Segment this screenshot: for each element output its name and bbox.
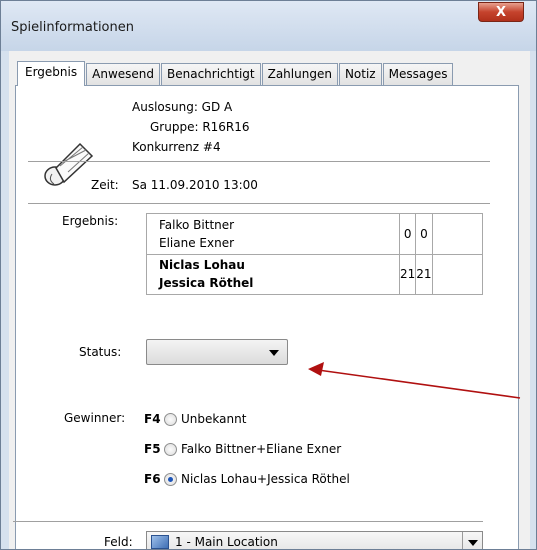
tab-benachrichtigt[interactable]: Benachrichtigt [161,63,261,85]
team1-player1: Falko Bittner [159,217,235,232]
status-dropdown[interactable] [146,339,288,365]
title-bar[interactable]: Spielinformationen X [1,1,536,51]
team1-player2: Eliane Exner [159,235,235,250]
close-button[interactable]: X [478,2,524,22]
winner-option-team2[interactable]: F6 Niclas Lohau+Jessica Röthel [144,471,350,487]
gewinner-label: Gewinner: [64,411,126,425]
divider [28,161,490,162]
team1-row: Falko Bittner Eliane Exner 0 0 [146,213,484,255]
divider [28,203,490,204]
radio-team2[interactable] [164,472,177,486]
winner-option-label: Unbekannt [181,412,247,426]
feld-dropdown-button[interactable] [462,532,482,549]
tab-anwesend[interactable]: Anwesend [86,63,160,85]
tab-strip: Ergebnis Anwesend Benachrichtigt Zahlung… [17,61,454,86]
divider [13,521,483,522]
team2-set2-score[interactable]: 21 [415,253,433,295]
team2-player1: Niclas Lohau [159,258,245,273]
close-icon: X [495,4,507,20]
team1-set2-score[interactable]: 0 [415,213,433,255]
team1-names: Falko Bittner Eliane Exner [146,213,400,255]
dialog-window: Spielinformationen X Ergebnis Anwesend B… [0,0,537,550]
zeit-value: Sa 11.09.2010 13:00 [132,178,258,192]
radio-team1[interactable] [164,442,177,456]
konkurrenz-text: Konkurrenz #4 [132,140,221,154]
window-title: Spielinformationen [11,20,134,35]
winner-option-unbekannt[interactable]: F4 Unbekannt [144,411,246,427]
team1-set1-score[interactable]: 0 [398,213,417,255]
ergebnis-label: Ergebnis: [62,214,119,228]
dropdown-arrow-icon [269,350,279,356]
team2-set3-score[interactable] [431,253,484,295]
gruppe-text: Gruppe: R16R16 [150,120,250,134]
feld-label: Feld: [104,535,133,549]
winner-option-label: Falko Bittner+Eliane Exner [181,442,342,456]
feld-value: 1 - Main Location [175,535,278,549]
shuttlecock-icon [44,142,94,186]
shortcut-f4: F4 [144,412,161,426]
team2-player2: Jessica Röthel [159,276,254,291]
shortcut-f5: F5 [144,442,161,456]
dropdown-arrow-icon [468,540,478,546]
auslosung-text: Auslosung: GD A [132,100,233,114]
tab-notiz[interactable]: Notiz [338,63,382,85]
status-label: Status: [79,345,122,359]
zeit-label: Zeit: [91,178,119,192]
team1-set3-score[interactable] [431,213,484,255]
winner-option-team1[interactable]: F5 Falko Bittner+Eliane Exner [144,441,341,457]
feld-dropdown[interactable]: 1 - Main Location [146,531,483,549]
radio-unbekannt[interactable] [164,412,177,426]
team2-names: Niclas Lohau Jessica Röthel [146,253,400,295]
score-table: Falko Bittner Eliane Exner 0 0 Niclas Lo… [146,213,484,295]
tab-zahlungen[interactable]: Zahlungen [261,63,338,85]
tab-ergebnis[interactable]: Ergebnis [17,61,86,86]
location-icon [151,535,169,549]
shortcut-f6: F6 [144,472,161,486]
team2-set1-score[interactable]: 21 [398,253,417,295]
winner-option-label: Niclas Lohau+Jessica Röthel [181,472,350,486]
tab-messages[interactable]: Messages [382,63,454,85]
team2-row: Niclas Lohau Jessica Röthel 21 21 [146,253,484,295]
dialog-client: Ergebnis Anwesend Benachrichtigt Zahlung… [9,51,530,549]
